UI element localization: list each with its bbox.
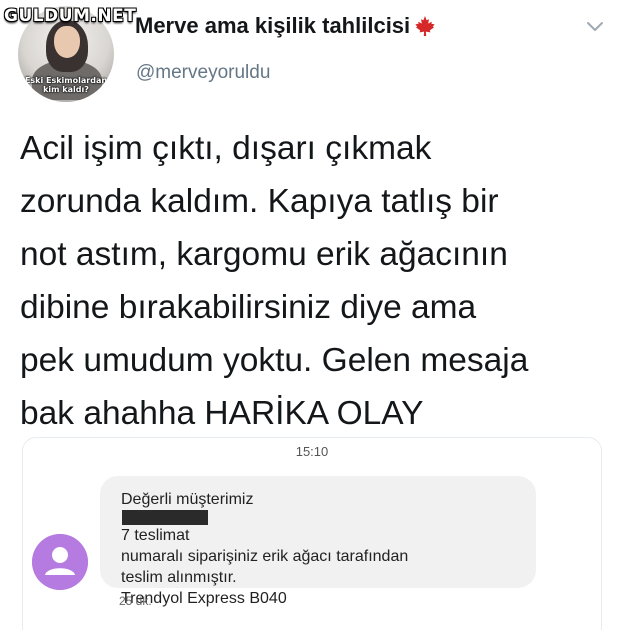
- sms-line1: Değerli müşterimiz 7 teslimat: [121, 489, 521, 546]
- display-name-row[interactable]: Merve ama kişilik tahlilcisi: [135, 13, 438, 39]
- display-name[interactable]: Merve ama kişilik tahlilcisi: [135, 13, 410, 39]
- redaction-bar: [122, 510, 208, 525]
- site-watermark: GULDUM.NET: [4, 6, 137, 26]
- sms-line1-before: Değerli müşterimiz: [121, 491, 254, 508]
- avatar-caption-line2: kim kaldı?: [43, 85, 89, 94]
- tweet-line: bak ahahha HARİKA OLAY: [20, 395, 424, 432]
- tweet-line: dibine bırakabilirsiniz diye ama: [20, 289, 477, 326]
- chevron-down-icon[interactable]: [584, 18, 606, 36]
- maple-leaf-icon: [415, 16, 435, 36]
- tweet-line: Acil işim çıktı, dışarı çıkmak: [20, 130, 432, 167]
- person-icon: [32, 534, 88, 590]
- tweet-line: not astım, kargomu erik ağacının: [20, 236, 508, 273]
- sms-line4: Trendyol Express B040: [121, 590, 287, 607]
- sms-timestamp: 15:10: [295, 444, 329, 459]
- sms-relative-time: 25 dk.: [119, 594, 152, 608]
- avatar-caption: Eski Eskimolardan kim kaldı?: [18, 76, 114, 94]
- sms-line1-after: 7 teslimat: [121, 527, 190, 544]
- sms-line2: numaralı siparişiniz erik ağacı tarafınd…: [121, 548, 409, 565]
- sms-line3: teslim alınmıştır.: [121, 569, 237, 586]
- user-handle[interactable]: @merveyoruldu: [136, 62, 270, 84]
- tweet-text: Acil işim çıktı, dışarı çıkmak zorunda k…: [20, 122, 620, 440]
- tweet-line: zorunda kaldım. Kapıya tatlış bir: [20, 183, 499, 220]
- avatar-face: [54, 26, 80, 58]
- tweet-line: pek umudum yoktu. Gelen mesaja: [20, 342, 529, 379]
- sms-message: Değerli müşterimiz 7 teslimat numaralı si…: [121, 489, 521, 609]
- avatar-caption-line1: Eski Eskimolardan: [24, 76, 108, 85]
